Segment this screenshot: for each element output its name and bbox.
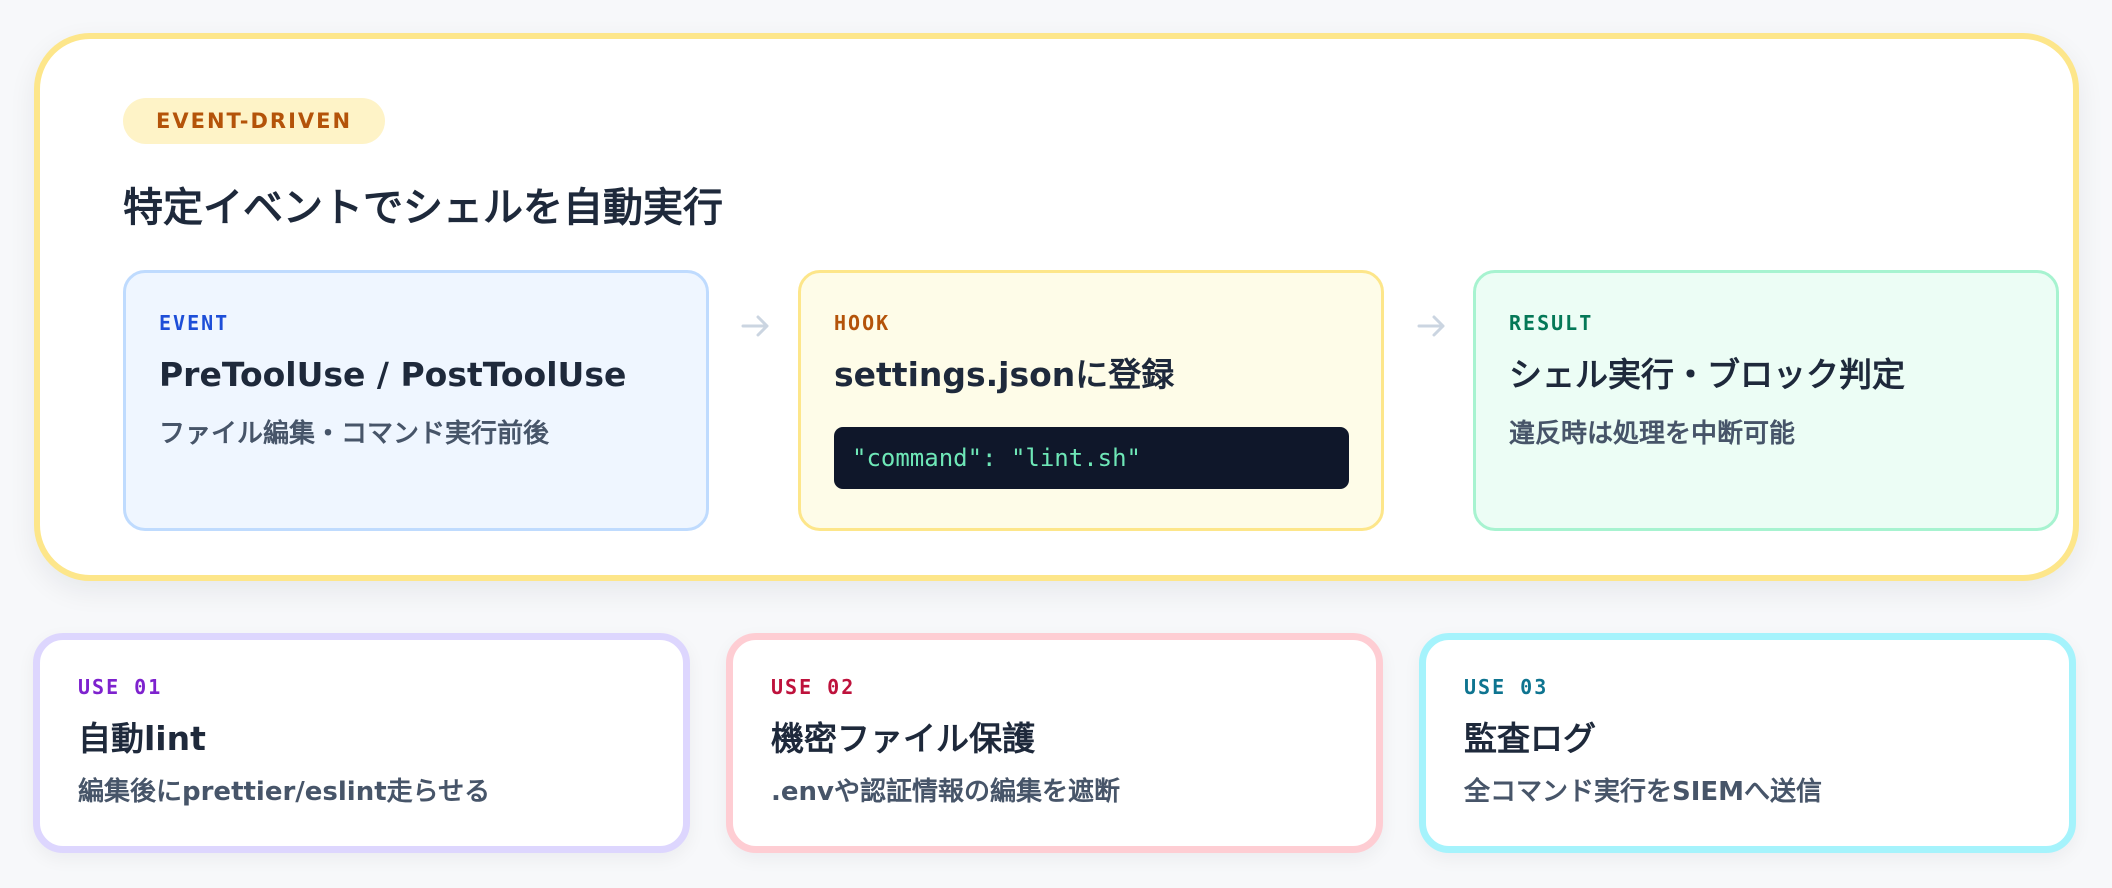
use-case-description: .envや認証情報の編集を遮断 <box>771 777 1120 807</box>
use-case-description: 編集後にprettier/eslint走らせる <box>78 777 491 807</box>
event-step-title: PreToolUse / PostToolUse <box>159 355 627 394</box>
arrow-right-icon <box>741 315 769 337</box>
use-case-card-auto-lint: USE 01 自動lint 編集後にprettier/eslint走らせる <box>33 633 690 853</box>
event-step-card: EVENT PreToolUse / PostToolUse ファイル編集・コマ… <box>123 270 709 531</box>
result-step-title: シェル実行・ブロック判定 <box>1509 355 1905 394</box>
panel-title: 特定イベントでシェルを自動実行 <box>123 185 723 231</box>
use-case-title: 監査ログ <box>1464 719 1596 758</box>
hook-code-snippet: "command": "lint.sh" <box>834 427 1349 489</box>
result-step-card: RESULT シェル実行・ブロック判定 違反時は処理を中断可能 <box>1473 270 2059 531</box>
use-case-card-secret-protection: USE 02 機密ファイル保護 .envや認証情報の編集を遮断 <box>726 633 1383 853</box>
use-case-title: 機密ファイル保護 <box>771 719 1035 758</box>
use-case-tag: USE 03 <box>1464 675 1549 699</box>
result-step-tag: RESULT <box>1509 311 1594 335</box>
use-case-tag: USE 01 <box>78 675 163 699</box>
use-case-title: 自動lint <box>78 719 206 758</box>
use-case-tag: USE 02 <box>771 675 856 699</box>
event-step-description: ファイル編集・コマンド実行前後 <box>159 419 550 449</box>
result-step-description: 違反時は処理を中断可能 <box>1509 419 1796 449</box>
hook-step-title: settings.jsonに登録 <box>834 355 1175 394</box>
event-driven-badge: EVENT-DRIVEN <box>123 98 386 144</box>
hook-step-tag: HOOK <box>834 311 891 335</box>
hook-step-card: HOOK settings.jsonに登録 "command": "lint.s… <box>798 270 1384 531</box>
use-case-card-audit-log: USE 03 監査ログ 全コマンド実行をSIEMへ送信 <box>1419 633 2076 853</box>
use-case-description: 全コマンド実行をSIEMへ送信 <box>1464 777 1823 807</box>
event-step-tag: EVENT <box>159 311 230 335</box>
arrow-right-icon <box>1417 315 1445 337</box>
event-driven-panel: EVENT-DRIVEN 特定イベントでシェルを自動実行 EVENT PreTo… <box>34 33 2079 581</box>
